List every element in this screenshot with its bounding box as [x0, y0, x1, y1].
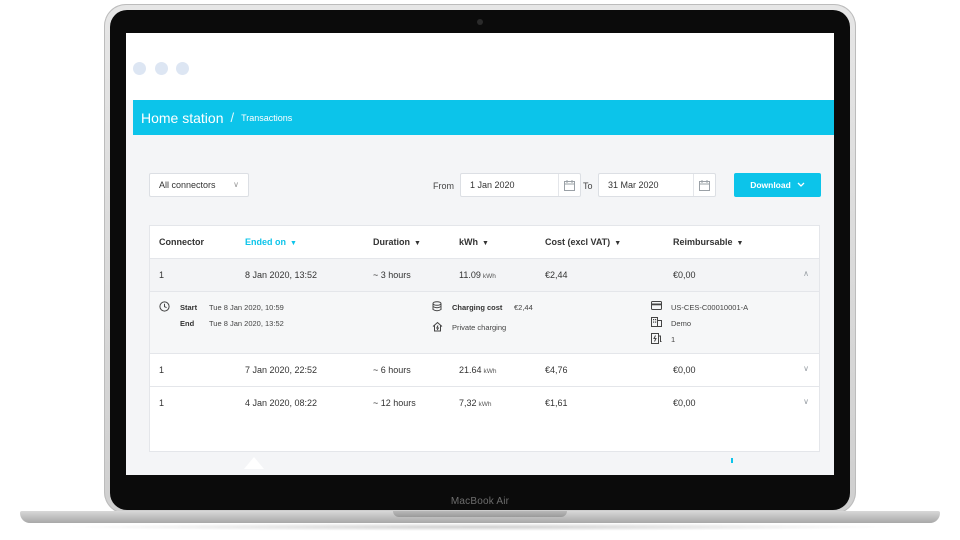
from-date-value: 1 Jan 2020 [470, 180, 515, 190]
detail-charging-cost-value: €2,44 [514, 303, 533, 312]
laptop-shadow [60, 523, 900, 531]
calendar-icon[interactable] [558, 174, 580, 196]
breadcrumb-home-station[interactable]: Home station [141, 110, 223, 126]
detail-start-value: Tue 8 Jan 2020, 10:59 [209, 303, 284, 312]
column-header-duration[interactable]: Duration ▼ [373, 237, 421, 247]
cell-reimbursable: €0,00 [673, 398, 696, 408]
to-date-input[interactable]: 31 Mar 2020 [598, 173, 716, 197]
camera-icon [477, 19, 483, 25]
column-header-reimbursable[interactable]: Reimbursable ▼ [673, 237, 743, 247]
breadcrumb-transactions: Transactions [241, 112, 293, 123]
sort-caret-icon: ▼ [482, 240, 489, 247]
from-date-input[interactable]: 1 Jan 2020 [460, 173, 581, 197]
device-brand-label: MacBook Air [450, 496, 510, 507]
detail-end-label: End [180, 319, 195, 328]
cell-kwh: 21.64 kWh [459, 365, 497, 375]
window-dot-minimize[interactable] [155, 62, 168, 75]
detail-charging-cost-label: Charging cost [452, 303, 503, 312]
breadcrumb-separator: / [230, 110, 235, 125]
tooltip-pointer [244, 457, 264, 469]
transactions-table: Connector Ended on ▼ Duration ▼ kWh ▼ Cost … [149, 225, 820, 452]
detail-charging-type: Private charging [452, 323, 507, 332]
sort-caret-icon: ▼ [290, 240, 297, 247]
cell-duration: ~ 12 hours [373, 398, 416, 408]
window-dot-close[interactable] [133, 62, 146, 75]
cell-ended-on: 8 Jan 2020, 13:52 [245, 270, 318, 280]
cell-reimbursable: €0,00 [673, 365, 696, 375]
chevron-up-icon[interactable]: ∧ [803, 269, 809, 278]
cell-duration: ~ 6 hours [373, 365, 411, 375]
to-label: To [583, 181, 593, 191]
table-header: Connector Ended on ▼ Duration ▼ kWh ▼ Cost … [150, 226, 819, 259]
detail-charger-number: 1 [671, 335, 676, 344]
cell-kwh: 11.09 kWh [459, 270, 496, 280]
chevron-down-icon[interactable]: ∨ [803, 364, 809, 373]
column-header-cost[interactable]: Cost (excl VAT) ▼ [545, 237, 621, 247]
page-header: Home station / Transactions [133, 100, 834, 135]
column-header-connector[interactable]: Connector [159, 237, 204, 247]
window-chrome [126, 33, 834, 100]
coin-stack-icon [432, 301, 442, 312]
detail-organization: Demo [671, 319, 692, 328]
charger-icon [651, 333, 662, 344]
laptop-screen: Home station / Transactions All connecto… [126, 33, 834, 475]
building-icon [651, 317, 662, 327]
from-label: From [433, 181, 454, 191]
to-date-value: 31 Mar 2020 [608, 180, 659, 190]
download-button[interactable]: Download [734, 173, 821, 197]
card-icon [651, 301, 662, 310]
cell-ended-on: 7 Jan 2020, 22:52 [245, 365, 318, 375]
transaction-detail: Start Tue 8 Jan 2020, 10:59 End Tue 8 Ja… [150, 292, 819, 354]
laptop-notch [393, 511, 567, 517]
cell-cost: €1,61 [545, 398, 568, 408]
window-dot-maximize[interactable] [176, 62, 189, 75]
home-charging-icon [432, 321, 443, 332]
chevron-down-icon[interactable]: ∨ [803, 397, 809, 406]
column-header-kwh[interactable]: kWh ▼ [459, 237, 489, 247]
table-row[interactable]: 1 4 Jan 2020, 08:22 ~ 12 hours 7,32 kWh €… [150, 387, 819, 420]
cell-connector: 1 [159, 365, 165, 375]
cell-cost: €2,44 [545, 270, 568, 280]
cell-connector: 1 [159, 270, 165, 280]
cell-cost: €4,76 [545, 365, 568, 375]
calendar-icon[interactable] [693, 174, 715, 196]
connector-select[interactable]: All connectors ∨ [149, 173, 249, 197]
chevron-down-icon [797, 182, 805, 187]
detail-card-id: US-CES-C00010001-A [671, 303, 749, 312]
download-button-label: Download [750, 180, 791, 190]
connector-select-value: All connectors [159, 180, 216, 190]
detail-start-label: Start [180, 303, 198, 312]
cell-ended-on: 4 Jan 2020, 08:22 [245, 398, 318, 408]
sort-caret-icon: ▼ [414, 240, 421, 247]
sort-caret-icon: ▼ [736, 240, 744, 247]
cell-duration: ~ 3 hours [373, 270, 411, 280]
column-header-ended-on[interactable]: Ended on ▼ [245, 237, 297, 247]
cell-kwh: 7,32 kWh [459, 398, 492, 408]
detail-end-value: Tue 8 Jan 2020, 13:52 [209, 319, 284, 328]
cell-reimbursable: €0,00 [673, 270, 696, 280]
table-row[interactable]: 1 8 Jan 2020, 13:52 ~ 3 hours 11.09 kWh €… [150, 259, 819, 292]
cell-connector: 1 [159, 398, 165, 408]
table-row[interactable]: 1 7 Jan 2020, 22:52 ~ 6 hours 21.64 kWh €… [150, 354, 819, 387]
clock-icon [159, 301, 170, 312]
scroll-indicator [731, 458, 733, 463]
main-content: All connectors ∨ From 1 Jan 2020 To 31 M… [133, 135, 834, 475]
sort-caret-icon: ▼ [614, 240, 622, 247]
chevron-down-icon: ∨ [233, 180, 239, 189]
